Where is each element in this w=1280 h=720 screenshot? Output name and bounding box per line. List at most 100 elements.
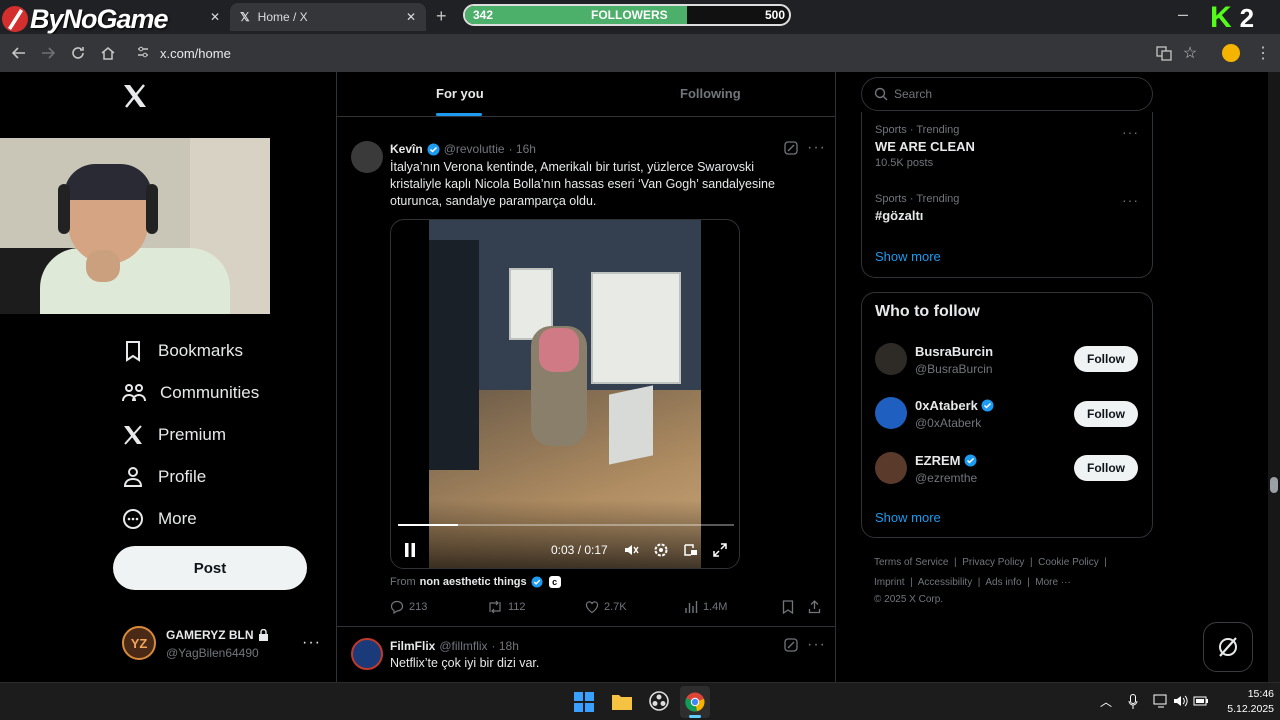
user-handle: @ezremthe xyxy=(915,471,978,485)
grok-icon[interactable] xyxy=(784,638,798,652)
lock-icon xyxy=(258,629,269,641)
post-button[interactable]: Post xyxy=(113,546,307,590)
user-name-row[interactable]: 0xAtaberk xyxy=(915,398,994,413)
tweet-avatar[interactable] xyxy=(351,141,383,173)
nav-bookmarks[interactable]: Bookmarks xyxy=(122,331,243,371)
grok-icon[interactable] xyxy=(784,141,798,155)
site-info-icon[interactable] xyxy=(136,45,150,59)
who-to-follow-title: Who to follow xyxy=(875,303,980,320)
user-avatar[interactable] xyxy=(875,452,907,484)
user-avatar[interactable] xyxy=(875,343,907,375)
affiliate-icon: c xyxy=(548,576,561,588)
trends-show-more[interactable]: Show more xyxy=(875,249,941,264)
x-logo-icon[interactable] xyxy=(122,84,148,108)
tweet-author[interactable]: FilmFlix xyxy=(390,639,435,653)
x-favicon-icon: 𝕏 xyxy=(240,10,250,24)
footer-link[interactable]: Imprint xyxy=(874,577,905,588)
battery-icon[interactable] xyxy=(1193,694,1209,708)
tweet-handle[interactable]: @revoluttie xyxy=(444,142,505,156)
file-explorer-icon[interactable] xyxy=(612,692,632,710)
settings-gear-icon[interactable] xyxy=(653,542,669,558)
user-avatar[interactable] xyxy=(875,397,907,429)
clock[interactable]: 15:46 5.12.2025 xyxy=(1214,687,1274,717)
footer-link[interactable]: Accessibility xyxy=(918,577,972,588)
network-icon[interactable] xyxy=(1153,694,1169,708)
tab-for-you[interactable]: For you xyxy=(436,86,484,101)
nav-communities[interactable]: Communities xyxy=(122,373,259,413)
footer-link[interactable]: Privacy Policy xyxy=(962,557,1024,568)
footer-link[interactable]: More ··· xyxy=(1035,577,1071,588)
tweet-time[interactable]: · 18h xyxy=(492,639,519,653)
nav-profile[interactable]: Profile xyxy=(122,457,206,497)
picture-in-picture-icon[interactable] xyxy=(683,542,699,558)
close-tab-icon[interactable]: ✕ xyxy=(406,10,416,24)
follow-button[interactable]: Follow xyxy=(1074,401,1138,427)
footer-link[interactable]: Ads info xyxy=(985,577,1021,588)
forward-icon[interactable] xyxy=(35,40,61,66)
trend-item[interactable]: Sports · Trending WE ARE CLEAN 10.5K pos… xyxy=(875,124,975,169)
trend-item[interactable]: Sports · Trending #gözaltı xyxy=(875,193,959,223)
account-more-icon[interactable]: ··· xyxy=(302,634,321,652)
scrollbar-thumb[interactable] xyxy=(1270,477,1278,493)
source-name[interactable]: non aesthetic things xyxy=(420,576,527,588)
follow-button[interactable]: Follow xyxy=(1074,346,1138,372)
account-name-row[interactable]: GAMERYZ BLN xyxy=(166,628,269,642)
tweet-more-icon[interactable]: ··· xyxy=(807,636,826,654)
tab-following[interactable]: Following xyxy=(680,86,741,101)
nav-more[interactable]: More xyxy=(122,499,197,539)
who-to-follow-show-more[interactable]: Show more xyxy=(875,510,941,525)
nav-premium[interactable]: Premium xyxy=(122,415,226,455)
chrome-taskbar-button[interactable] xyxy=(680,686,710,718)
account-avatar[interactable]: YZ xyxy=(122,626,156,660)
repost-button[interactable]: 112 xyxy=(487,600,526,614)
reply-button[interactable]: 213 xyxy=(390,600,427,614)
mute-icon[interactable] xyxy=(623,542,639,558)
profile-icon xyxy=(122,466,144,488)
tweet-video[interactable]: 0:03 / 0:17 xyxy=(390,219,740,569)
profile-avatar-icon[interactable] xyxy=(1222,44,1240,62)
footer-link[interactable]: Cookie Policy xyxy=(1038,557,1099,568)
followers-label: FOLLOWERS xyxy=(591,8,668,22)
user-name-row[interactable]: EZREM xyxy=(915,453,977,468)
start-windows-icon[interactable] xyxy=(574,692,594,712)
microphone-icon[interactable] xyxy=(1128,694,1138,710)
trend-more-icon[interactable]: ··· xyxy=(1122,192,1139,208)
bookmark-tweet-icon[interactable] xyxy=(782,600,794,614)
address-bar[interactable]: x.com/home xyxy=(128,41,1148,65)
obs-icon[interactable] xyxy=(649,691,669,711)
tweet-avatar[interactable] xyxy=(351,638,383,670)
video-progress-track[interactable] xyxy=(398,524,734,526)
like-button[interactable]: 2.7K xyxy=(585,600,627,614)
bookmark-star-icon[interactable]: ☆ xyxy=(1177,40,1203,66)
fullscreen-icon[interactable] xyxy=(712,542,728,558)
user-handle: @0xAtaberk xyxy=(915,416,982,430)
home-icon[interactable] xyxy=(95,40,121,66)
back-icon[interactable] xyxy=(6,40,32,66)
tray-chevron-icon[interactable]: ︿ xyxy=(1100,693,1112,710)
follow-button[interactable]: Follow xyxy=(1074,455,1138,481)
pause-icon[interactable] xyxy=(403,542,417,558)
new-tab-icon[interactable]: + xyxy=(436,6,447,27)
search-icon xyxy=(874,87,888,101)
footer-link[interactable]: Terms of Service xyxy=(874,557,948,568)
share-icon[interactable] xyxy=(808,600,821,614)
views-button[interactable]: 1.4M xyxy=(684,600,727,614)
translate-icon[interactable] xyxy=(1151,40,1177,66)
minimize-icon[interactable]: – xyxy=(1178,4,1188,25)
grok-floating-button[interactable] xyxy=(1203,622,1253,672)
corner-logo: K 2 xyxy=(1206,1,1280,34)
tab-active[interactable]: 𝕏 Home / X ✕ xyxy=(230,3,426,31)
tweet-time[interactable]: · 16h xyxy=(509,142,536,156)
close-tab-icon[interactable]: ✕ xyxy=(210,10,220,24)
search-box[interactable]: Search xyxy=(861,77,1153,111)
tweet-more-icon[interactable]: ··· xyxy=(807,139,826,157)
browser-menu-icon[interactable]: ⋮ xyxy=(1250,40,1276,66)
reload-icon[interactable] xyxy=(65,40,91,66)
volume-icon[interactable] xyxy=(1173,694,1189,708)
user-name[interactable]: BusraBurcin xyxy=(915,344,993,359)
page-scrollbar[interactable] xyxy=(1268,72,1280,682)
tweet-author[interactable]: Kevîn xyxy=(390,142,423,156)
corner-letter: K xyxy=(1210,1,1232,34)
tweet-handle[interactable]: @fillmflix xyxy=(439,639,487,653)
trend-more-icon[interactable]: ··· xyxy=(1122,124,1139,140)
